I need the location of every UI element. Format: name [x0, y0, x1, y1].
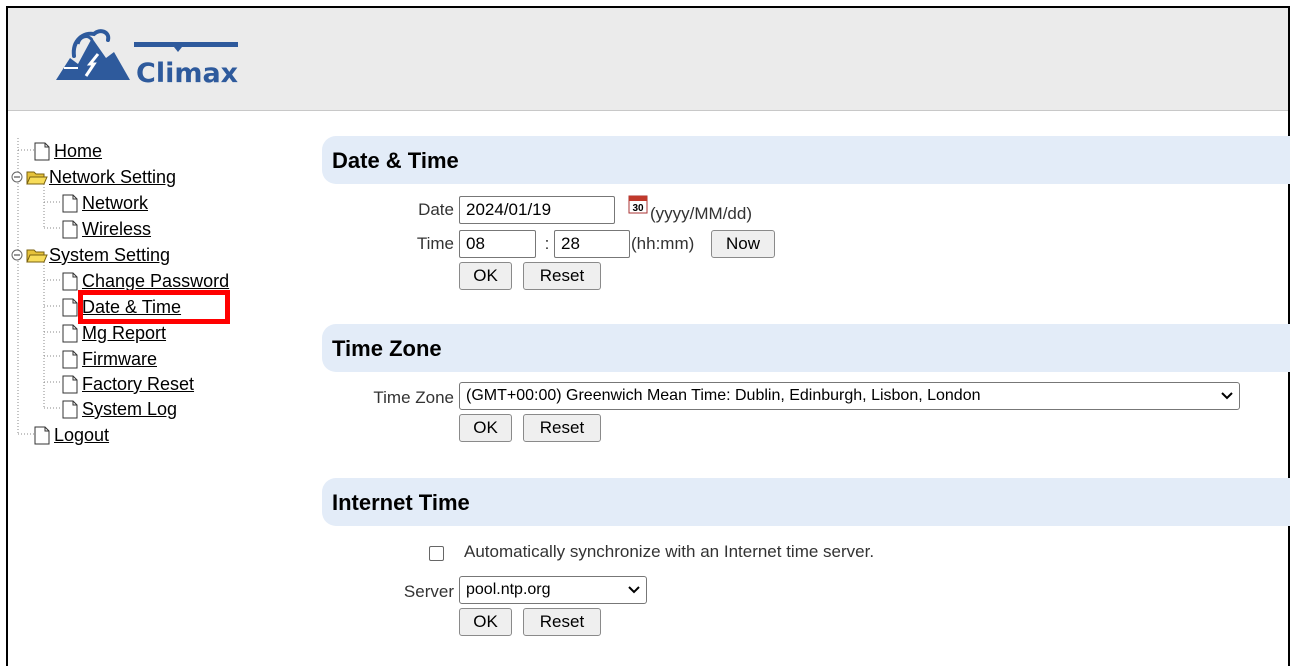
page-icon: [62, 194, 78, 212]
open-folder-icon: [26, 249, 48, 263]
time-zone-label: Time Zone: [373, 388, 454, 407]
calendar-icon[interactable]: 30: [628, 194, 648, 214]
sidebar-item-date-time[interactable]: Date & Time: [62, 296, 181, 318]
time-zone-section-header: Time Zone: [322, 324, 1290, 372]
time-zone-reset-button[interactable]: Reset: [523, 414, 601, 442]
header-bar: Climax: [8, 8, 1288, 111]
auto-sync-checkbox[interactable]: [429, 546, 444, 561]
auto-sync-label: Automatically synchronize with an Intern…: [464, 542, 875, 561]
now-button[interactable]: Now: [711, 230, 775, 258]
sidebar-item-logout[interactable]: Logout: [34, 424, 109, 446]
app-window: Climax Home Network Setting Network Wire…: [6, 6, 1290, 666]
sidebar-item-label[interactable]: Firmware: [82, 349, 157, 369]
chevron-down-icon: [628, 586, 640, 594]
sidebar-item-system-log[interactable]: System Log: [62, 398, 177, 420]
sidebar-item-label[interactable]: Network Setting: [49, 167, 176, 187]
page-icon: [62, 324, 78, 342]
sidebar-item-label[interactable]: Mg Report: [82, 323, 166, 343]
sidebar-item-firmware[interactable]: Firmware: [62, 348, 157, 370]
calendar-icon-text: 30: [632, 203, 644, 214]
time-zone-select[interactable]: (GMT+00:00) Greenwich Mean Time: Dublin,…: [459, 382, 1240, 410]
sidebar-item-label[interactable]: System Setting: [49, 245, 170, 265]
date-label: Date: [418, 200, 454, 219]
page-icon: [34, 142, 50, 160]
server-label: Server: [403, 582, 454, 601]
brand-name: Climax: [136, 58, 239, 89]
internet-time-ok-button[interactable]: OK: [459, 608, 512, 636]
open-folder-icon: [26, 171, 48, 185]
server-selected-value: pool.ntp.org: [466, 581, 551, 598]
sidebar-item-network-setting[interactable]: Network Setting: [11, 166, 176, 188]
section-title: Date & Time: [332, 148, 459, 173]
date-time-ok-button[interactable]: OK: [459, 262, 512, 290]
page-icon: [62, 272, 78, 290]
hour-input[interactable]: [459, 230, 536, 258]
sidebar-item-factory-reset[interactable]: Factory Reset: [62, 373, 194, 395]
sidebar-item-label[interactable]: Logout: [54, 425, 109, 445]
sidebar-item-label[interactable]: System Log: [82, 399, 177, 419]
page-icon: [62, 400, 78, 418]
date-input[interactable]: [459, 196, 615, 224]
sidebar-item-home[interactable]: Home: [34, 140, 102, 162]
sidebar-tree: Home Network Setting Network Wireless Sy…: [8, 138, 308, 468]
minute-input[interactable]: [554, 230, 630, 258]
internet-time-section-header: Internet Time: [322, 478, 1290, 526]
section-title: Time Zone: [332, 336, 442, 361]
time-zone-ok-button[interactable]: OK: [459, 414, 512, 442]
page-icon: [62, 375, 78, 393]
sidebar-item-label[interactable]: Change Password: [82, 271, 229, 291]
page-icon: [62, 220, 78, 238]
collapse-icon[interactable]: [11, 171, 23, 183]
date-time-reset-button[interactable]: Reset: [523, 262, 601, 290]
page-icon: [34, 426, 50, 444]
internet-time-reset-button[interactable]: Reset: [523, 608, 601, 636]
climax-logo: Climax: [34, 18, 244, 89]
time-zone-selected-value: (GMT+00:00) Greenwich Mean Time: Dublin,…: [466, 387, 981, 404]
sidebar-item-network[interactable]: Network: [62, 192, 148, 214]
sidebar-item-label[interactable]: Home: [54, 141, 102, 161]
section-title: Internet Time: [332, 490, 470, 515]
sidebar-item-wireless[interactable]: Wireless: [62, 218, 151, 240]
server-select[interactable]: pool.ntp.org: [459, 576, 647, 604]
sidebar-item-label[interactable]: Date & Time: [82, 297, 181, 317]
time-label: Time: [416, 234, 454, 253]
sidebar-item-label[interactable]: Wireless: [82, 219, 151, 239]
time-format-hint: (hh:mm): [631, 234, 695, 253]
sidebar-item-change-password[interactable]: Change Password: [62, 270, 229, 292]
collapse-icon[interactable]: [11, 249, 23, 261]
sidebar-item-label[interactable]: Network: [82, 193, 148, 213]
logo-bar-icon: [134, 42, 238, 52]
page-icon: [62, 350, 78, 368]
chevron-down-icon: [1221, 392, 1233, 400]
sidebar-item-label[interactable]: Factory Reset: [82, 374, 194, 394]
sidebar-item-system-setting[interactable]: System Setting: [11, 244, 170, 266]
date-format-hint: (yyyy/MM/dd): [650, 204, 752, 223]
date-time-section-header: Date & Time: [322, 136, 1290, 184]
page-icon: [62, 298, 78, 316]
time-separator: :: [544, 234, 550, 253]
sidebar-item-mg-report[interactable]: Mg Report: [62, 322, 166, 344]
